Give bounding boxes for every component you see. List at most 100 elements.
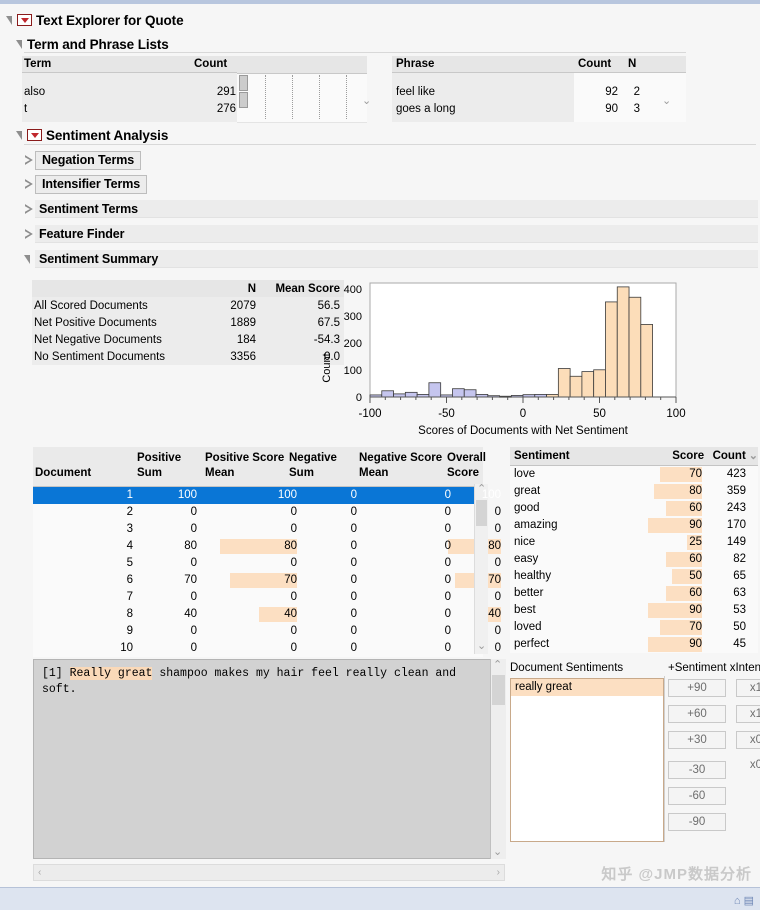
multiplier-button-3[interactable]: x0 <box>736 757 760 775</box>
report-menu-button[interactable] <box>17 14 32 26</box>
sidebar-item-feature-finder[interactable]: Feature Finder <box>22 224 758 244</box>
histogram-bar[interactable] <box>581 371 595 398</box>
histogram-bar[interactable] <box>404 391 418 398</box>
scroll-left-icon[interactable]: ‹ <box>38 867 41 878</box>
score-button-minus90[interactable]: -90 <box>668 813 726 831</box>
table-row[interactable]: 6 70 70 0 0 70 <box>33 572 501 589</box>
table-row[interactable]: best 90 53 <box>510 602 758 619</box>
phrase-scroll-down-icon[interactable]: ⌄ <box>662 96 671 107</box>
table-row[interactable]: perfect 90 45 <box>510 636 758 653</box>
score-button-plus30[interactable]: +30 <box>668 731 726 749</box>
histogram-bar[interactable] <box>616 286 630 398</box>
scroll-up-icon[interactable]: ⌃ <box>493 660 502 671</box>
histogram-bar[interactable] <box>593 369 606 398</box>
table-row[interactable]: 700000 <box>33 589 501 606</box>
doc-col-positive-score-mean[interactable]: Positive Score Mean <box>205 451 297 481</box>
table-row[interactable]: 300000 <box>33 521 501 538</box>
sentiment-analysis-menu-button[interactable] <box>27 129 42 141</box>
phrase-col-count[interactable]: Count <box>574 58 624 70</box>
scroll-down-icon[interactable]: ⌄ <box>493 847 502 858</box>
status-bar-icons[interactable]: ⌂ ▤ <box>734 894 754 907</box>
table-row[interactable]: better 60 63 <box>510 585 758 602</box>
summary-label: Net Positive Documents <box>34 316 157 329</box>
list-item[interactable]: really great <box>511 679 663 696</box>
table-row[interactable]: great 80 359 <box>510 483 758 500</box>
histogram-bar[interactable] <box>463 389 477 398</box>
table-row[interactable]: 1 100 100 0 0 100 <box>33 487 501 504</box>
table-row[interactable]: good 60 243 <box>510 500 758 517</box>
sidebar-item-sentiment-terms[interactable]: Sentiment Terms <box>22 199 758 219</box>
score-button-plus90[interactable]: +90 <box>668 679 726 697</box>
table-row[interactable]: 900000 <box>33 623 501 640</box>
score-button-minus30[interactable]: -30 <box>668 761 726 779</box>
disclosure-triangle-report[interactable] <box>4 14 17 27</box>
document-sentiments-list[interactable]: really great <box>510 678 664 842</box>
report-title-row[interactable]: Text Explorer for Quote <box>4 10 756 30</box>
multiplier-button-1[interactable]: x1 <box>736 705 760 723</box>
sent-col-count[interactable]: Count <box>704 450 746 462</box>
histogram-bar[interactable] <box>640 324 653 398</box>
table-row[interactable]: goes a long <box>392 101 574 117</box>
document-text-hscrollbar[interactable]: ‹ › <box>33 864 505 881</box>
table-row[interactable]: easy 60 82 <box>510 551 758 568</box>
table-row[interactable]: 10 0 0 0 0 0 <box>33 640 501 657</box>
table-row[interactable]: t 276 <box>22 101 244 117</box>
histogram-bar[interactable] <box>628 296 642 398</box>
histogram-bar[interactable] <box>452 388 465 398</box>
sentiment-analysis-header[interactable]: Sentiment Analysis <box>14 125 756 145</box>
score-button-plus60[interactable]: +60 <box>668 705 726 723</box>
table-row[interactable]: also 291 <box>22 84 244 100</box>
phrase-col-phrase[interactable]: Phrase <box>392 58 570 70</box>
phrase-col-n[interactable]: N <box>624 58 652 70</box>
histogram-bar[interactable] <box>428 382 442 398</box>
histogram-bar[interactable] <box>605 301 618 398</box>
table-row[interactable]: 500000 <box>33 555 501 572</box>
disclosure-triangle-sentiment-terms[interactable] <box>22 203 35 216</box>
term-scroll-down-icon[interactable]: ⌄ <box>362 96 371 107</box>
table-row[interactable]: All Scored Documents 2079 56.5 <box>32 297 344 314</box>
term-phrase-section-header[interactable]: Term and Phrase Lists <box>14 34 756 54</box>
table-row[interactable]: 4 80 80 0 0 80 <box>33 538 501 555</box>
disclosure-triangle-negation-terms[interactable] <box>22 154 35 167</box>
histogram-bar[interactable] <box>381 390 394 398</box>
disclosure-triangle-sentiment-summary[interactable] <box>22 253 35 266</box>
table-row[interactable]: amazing 90 170 <box>510 517 758 534</box>
disclosure-triangle-term-phrase[interactable] <box>14 38 27 51</box>
scroll-right-icon[interactable]: › <box>497 867 500 878</box>
sent-col-sentiment[interactable]: Sentiment <box>510 450 657 462</box>
table-row[interactable]: nice 25 149 <box>510 534 758 551</box>
disclosure-triangle-feature-finder[interactable] <box>22 228 35 241</box>
cell-sentiment-term: easy <box>514 553 539 565</box>
summary-col-n[interactable]: N <box>204 283 256 295</box>
document-text-scrollbar[interactable]: ⌃ ⌄ <box>490 659 506 859</box>
sidebar-item-negation-terms[interactable]: Negation Terms <box>22 150 758 170</box>
sentiment-sort-chevron-icon[interactable]: ⌄ <box>749 450 758 462</box>
table-row[interactable]: healthy 50 65 <box>510 568 758 585</box>
table-row[interactable]: No Sentiment Documents 3356 0.0 <box>32 348 344 365</box>
table-row[interactable]: love 70 423 <box>510 466 758 483</box>
table-row[interactable]: 200000 <box>33 504 501 521</box>
document-text-panel[interactable]: [1] Really great shampoo makes my hair f… <box>33 659 505 859</box>
sentiment-histogram[interactable]: Count 400 300 200 100 0 -100 -50 0 50 100 Sc… <box>318 276 690 441</box>
disclosure-triangle-intensifier-terms[interactable] <box>22 178 35 191</box>
doc-col-negative-score-mean[interactable]: Negative Score Mean <box>359 451 451 481</box>
sent-col-score[interactable]: Score <box>657 450 704 462</box>
histogram-bar[interactable] <box>557 368 571 398</box>
multiplier-button-2[interactable]: x0 <box>736 731 760 749</box>
doc-col-negative-sum[interactable]: Negative Sum <box>289 451 353 481</box>
scrollbar-thumb[interactable] <box>492 675 505 705</box>
sidebar-item-sentiment-summary[interactable]: Sentiment Summary <box>22 249 758 269</box>
multiplier-button-0[interactable]: x1 <box>736 679 760 697</box>
doc-col-overall-score[interactable]: Overall Score <box>447 451 503 481</box>
sidebar-item-intensifier-terms[interactable]: Intensifier Terms <box>22 174 758 194</box>
score-button-minus60[interactable]: -60 <box>668 787 726 805</box>
table-row[interactable]: feel like <box>392 84 574 100</box>
disclosure-triangle-sentiment-analysis[interactable] <box>14 129 27 142</box>
doc-col-document[interactable]: Document <box>35 467 91 479</box>
table-row[interactable]: Net Negative Documents 184 -54.3 <box>32 331 344 348</box>
histogram-bar[interactable] <box>569 375 583 398</box>
table-row[interactable]: 8 40 40 0 0 40 <box>33 606 501 623</box>
doc-col-positive-sum[interactable]: Positive Sum <box>137 451 197 481</box>
table-row[interactable]: Net Positive Documents 1889 67.5 <box>32 314 344 331</box>
table-row[interactable]: loved 70 50 <box>510 619 758 636</box>
